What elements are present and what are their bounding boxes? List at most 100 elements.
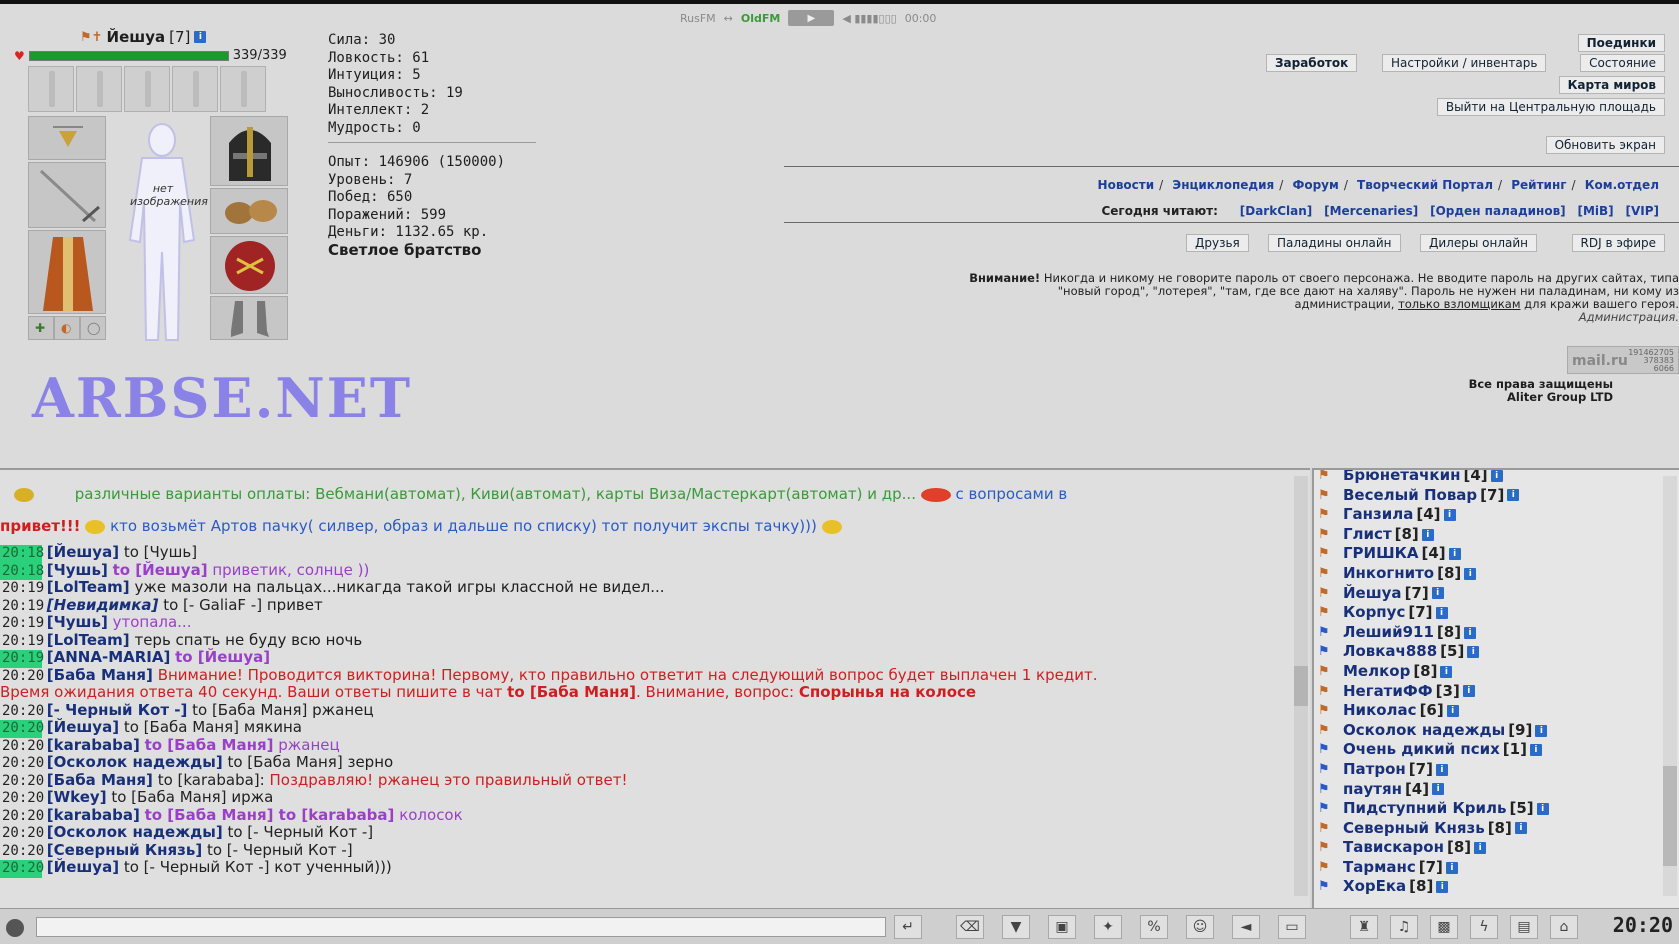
action-button-2[interactable]: ♫ [1390,915,1418,939]
user-list-item[interactable]: ⚑ Корпус [7] i [1318,603,1549,623]
refresh-button[interactable]: Обновить экран [1545,136,1665,154]
chat-panel[interactable]: различные варианты оплаты: Вебмани(автом… [0,468,1310,908]
link-forum[interactable]: Форум [1292,178,1338,192]
central-square-button[interactable]: Выйти на Центральную площадь [1436,98,1665,116]
info-icon[interactable]: i [1431,587,1444,600]
action-button-4[interactable]: ϟ [1470,915,1498,939]
clear-button[interactable]: ⌫ [956,915,984,939]
chat-nick[interactable]: [Йешуа] [47,718,119,736]
clan-link[interactable]: [Mercenaries] [1324,204,1418,218]
user-name[interactable]: ГРИШКА [1343,544,1419,564]
person-button[interactable]: ✦ [1094,915,1122,939]
exit-button[interactable]: ⌂ [1550,915,1578,939]
rdj-on-air-button[interactable]: RDJ в эфире [1571,234,1665,252]
user-name[interactable]: Корпус [1343,603,1405,623]
user-name[interactable]: НегатиФФ [1343,682,1433,702]
link-rating[interactable]: Рейтинг [1511,178,1566,192]
action-button-3[interactable]: ▩ [1430,915,1458,939]
info-icon[interactable]: i [1467,646,1480,659]
user-name[interactable]: Брюнетачкин [1343,470,1460,486]
link-creative-portal[interactable]: Творческий Портал [1357,178,1493,192]
info-icon[interactable]: i [1462,685,1475,698]
user-name[interactable]: Пидступний Криль [1343,799,1507,819]
chat-nick[interactable]: [LolTeam] [47,578,130,596]
user-list-item[interactable]: ⚑ Йешуа [7] i [1318,584,1549,604]
user-name[interactable]: Очень дикий псих [1343,740,1500,760]
user-name[interactable]: паутян [1343,780,1402,800]
info-icon[interactable]: i [1464,626,1477,639]
user-list-item[interactable]: ⚑ Николас [6] i [1318,701,1549,721]
gloves-slot[interactable] [210,188,288,234]
user-list-item[interactable]: ⚑ Леший911 [8] i [1318,623,1549,643]
status-button[interactable]: Состояние [1580,54,1665,72]
filter-button[interactable]: ▼ [1002,915,1030,939]
volume-control[interactable]: ◀ ▮▮▮▮▯▯▯ [842,12,896,25]
ring-slot[interactable] [124,66,170,112]
user-name[interactable]: Патрон [1343,760,1406,780]
user-name[interactable]: Йешуа [1343,584,1402,604]
link-encyclopedia[interactable]: Энциклопедия [1172,178,1274,192]
channel-button[interactable]: ▭ [1278,915,1306,939]
info-icon[interactable]: i [194,31,207,43]
user-list-item[interactable]: ⚑ Ловкач888 [5] i [1318,642,1549,662]
user-name[interactable]: Веселый Повар [1343,486,1477,506]
clan-link[interactable]: [Орден паладинов] [1430,204,1566,218]
link-commerce[interactable]: Ком.отдел [1585,178,1659,192]
user-list-item[interactable]: ⚑ ГРИШКА [4] i [1318,544,1549,564]
ring-slot[interactable] [76,66,122,112]
chat-nick[interactable]: [Осколок надежды] [47,823,223,841]
user-list-item[interactable]: ⚑ паутян [4] i [1318,780,1549,800]
settings-inventory-button[interactable]: Настройки / инвентарь [1382,54,1547,72]
user-list-item[interactable]: ⚑ Глист [8] i [1318,525,1549,545]
ring-slot[interactable] [28,66,74,112]
user-name[interactable]: Леший911 [1343,623,1434,643]
smiles-button[interactable]: ☺ [1186,915,1214,939]
chat-nick[interactable]: [karababa] [47,736,140,754]
paladins-online-button[interactable]: Паладины онлайн [1268,234,1401,252]
ring-slot[interactable] [172,66,218,112]
info-icon[interactable]: i [1514,822,1527,835]
info-icon[interactable]: i [1464,567,1477,580]
user-name[interactable]: Инкогнито [1343,564,1434,584]
translit-button[interactable]: % [1140,915,1168,939]
info-icon[interactable]: i [1445,861,1458,874]
user-name[interactable]: Николас [1343,701,1417,721]
send-button[interactable]: ↵ [894,915,922,939]
user-name[interactable]: Мелкор [1343,662,1410,682]
info-icon[interactable]: i [1507,489,1520,502]
info-icon[interactable]: i [1474,842,1487,855]
chat-nick[interactable]: [Осколок надежды] [47,753,223,771]
scroll-thumb[interactable] [1294,666,1308,706]
user-name[interactable]: Ловкач888 [1343,642,1437,662]
user-list-item[interactable]: ⚑ Пидступний Криль [5] i [1318,799,1549,819]
chat-nick[interactable]: [karababa] [47,806,140,824]
amulet-slot[interactable] [28,116,106,160]
info-icon[interactable]: i [1432,783,1445,796]
radio-right-label[interactable]: OldFM [741,12,780,25]
chat-nick[interactable]: [LolTeam] [47,631,130,649]
info-icon[interactable]: i [1443,508,1456,521]
user-list-item[interactable]: ⚑ Осколок надежды [9] i [1318,721,1549,741]
helmet-slot[interactable] [210,116,288,186]
info-icon[interactable]: i [1448,548,1461,561]
info-icon[interactable]: i [1435,763,1448,776]
info-icon[interactable]: i [1436,881,1449,894]
chat-nick[interactable]: [Йешуа] [47,858,119,876]
clan-link[interactable]: [DarkClan] [1240,204,1313,218]
chat-message-input[interactable] [36,917,886,937]
user-name[interactable]: ХорЕка [1343,877,1406,897]
fights-button[interactable]: Поединки [1577,34,1665,52]
sound-button[interactable]: ◄ [1232,915,1260,939]
globe-icon[interactable] [6,919,24,937]
info-icon[interactable]: i [1529,744,1542,757]
user-list-item[interactable]: ⚑ Тарманс [7] i [1318,858,1549,878]
character-name[interactable]: Йешуа [107,28,166,46]
friends-button[interactable]: Друзья [1186,234,1249,252]
ring-slot[interactable] [220,66,266,112]
info-icon[interactable]: i [1490,470,1503,482]
info-icon[interactable]: i [1536,802,1549,815]
belt-slot-1[interactable]: ✚ [28,316,54,340]
info-icon[interactable]: i [1421,528,1434,541]
user-list-item[interactable]: ⚑ Мелкор [8] i [1318,662,1549,682]
save-log-button[interactable]: ▣ [1048,915,1076,939]
